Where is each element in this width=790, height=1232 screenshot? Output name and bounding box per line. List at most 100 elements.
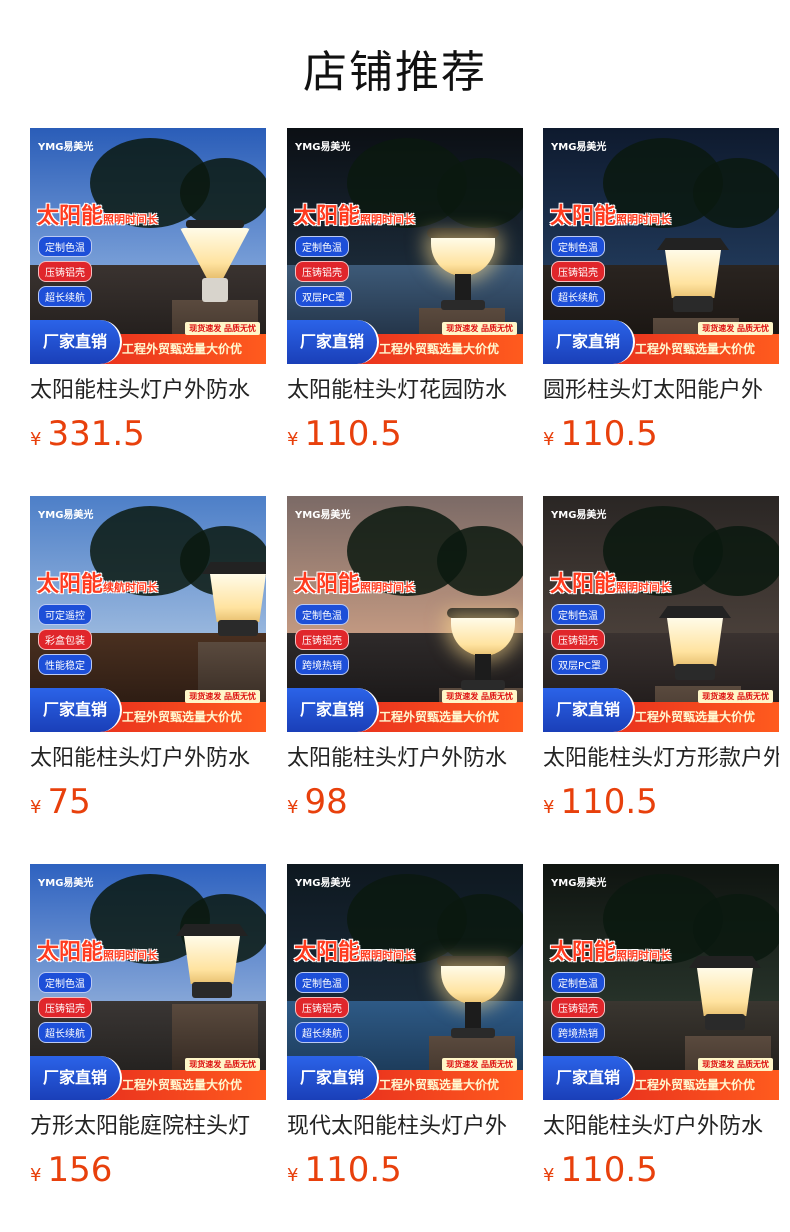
product-image[interactable]: YMG易美光 太阳能照明时间长 定制色温 压铸铝壳 超长续航 现货速发 品质无忧 工程外贸甄… <box>543 128 779 364</box>
factory-direct-badge: 厂家直销 <box>287 320 379 364</box>
tree-silhouette <box>180 158 266 228</box>
promo-headline-main: 太阳能 <box>294 204 361 229</box>
product-name[interactable]: 太阳能柱头灯户外防水 <box>30 744 266 774</box>
product-image[interactable]: YMG易美光 太阳能照明时间长 定制色温 压铸铝壳 超长续航 现货速发 品质无忧 工程外贸甄… <box>30 864 266 1100</box>
product-card[interactable]: YMG易美光 太阳能照明时间长 定制色温 压铸铝壳 超长续航 现货速发 品质无忧 工程外贸甄… <box>543 128 779 454</box>
product-price: ¥98 <box>287 782 523 822</box>
brand-logo: YMG易美光 <box>295 142 351 153</box>
banner-slogan: 工程外贸甄选量大价优 <box>122 342 243 356</box>
feature-badge: 跨境热销 <box>551 1022 605 1043</box>
lamp-cap <box>659 606 731 618</box>
factory-direct-badge: 厂家直销 <box>30 1056 122 1100</box>
product-image[interactable]: YMG易美光 太阳能照明时间长 定制色温 压铸铝壳 双层PC罩 现货速发 品质无忧 工程外贸… <box>543 496 779 732</box>
product-card[interactable]: YMG易美光 太阳能照明时间长 定制色温 压铸铝壳 超长续航 现货速发 品质无忧 工程外贸甄… <box>30 128 266 454</box>
product-card[interactable]: YMG易美光 太阳能照明时间长 定制色温 压铸铝壳 超长续航 现货速发 品质无忧 工程外贸甄… <box>287 864 523 1190</box>
price-value: 110.5 <box>560 782 658 822</box>
product-image[interactable]: YMG易美光 太阳能照明时间长 定制色温 压铸铝壳 跨境热销 现货速发 品质无忧 工程外贸甄… <box>287 496 523 732</box>
lamp-cap <box>447 608 519 618</box>
product-name[interactable]: 太阳能柱头灯户外防水 <box>543 1112 779 1142</box>
product-card[interactable]: YMG易美光 太阳能照明时间长 定制色温 压铸铝壳 双层PC罩 现货速发 品质无忧 工程外贸… <box>543 496 779 822</box>
feature-badge: 压铸铝壳 <box>295 629 349 650</box>
tree-silhouette <box>437 894 523 964</box>
feature-badge: 定制色温 <box>295 972 349 993</box>
feature-badge: 定制色温 <box>551 236 605 257</box>
product-name[interactable]: 太阳能柱头灯户外防水 <box>30 376 266 406</box>
promo-headline: 太阳能照明时间长 <box>550 934 671 966</box>
promo-banner: 现货速发 品质无忧 工程外贸甄选量大价优 厂家直销 <box>30 1054 266 1100</box>
lamp-cap <box>437 956 509 966</box>
promo-headline: 太阳能照明时间长 <box>550 566 671 598</box>
feature-badge: 压铸铝壳 <box>551 997 605 1018</box>
price-value: 331.5 <box>47 414 145 454</box>
product-price: ¥75 <box>30 782 266 822</box>
factory-direct-badge: 厂家直销 <box>287 688 379 732</box>
promo-headline-sub: 照明时间长 <box>360 213 416 226</box>
feature-badge: 定制色温 <box>295 236 349 257</box>
promo-headline-main: 太阳能 <box>37 204 104 229</box>
feature-badge: 性能稳定 <box>38 654 92 675</box>
promo-headline-sub: 照明时间长 <box>616 213 672 226</box>
page-title: 店铺推荐 <box>303 47 487 98</box>
stock-tag: 现货速发 品质无忧 <box>698 322 773 335</box>
product-image[interactable]: YMG易美光 太阳能照明时间长 定制色温 压铸铝壳 双层PC罩 现货速发 品质无忧 工程外贸… <box>287 128 523 364</box>
banner-slogan: 工程外贸甄选量大价优 <box>635 342 756 356</box>
lamp-base <box>202 278 228 302</box>
banner-slogan: 工程外贸甄选量大价优 <box>379 342 500 356</box>
product-image[interactable]: YMG易美光 太阳能续航时间长 可定遥控 彩盒包装 性能稳定 现货速发 品质无忧 工程外贸甄… <box>30 496 266 732</box>
promo-headline-main: 太阳能 <box>550 940 617 965</box>
product-card[interactable]: YMG易美光 太阳能照明时间长 定制色温 压铸铝壳 超长续航 现货速发 品质无忧 工程外贸甄… <box>30 864 266 1190</box>
lamp-cap <box>186 220 244 228</box>
feature-badge: 跨境热销 <box>295 654 349 675</box>
brand-logo: YMG易美光 <box>38 142 94 153</box>
currency-symbol: ¥ <box>30 797 42 818</box>
stock-tag: 现货速发 品质无忧 <box>442 322 517 335</box>
product-name[interactable]: 太阳能柱头灯方形款户外 <box>543 744 779 774</box>
product-name[interactable]: 太阳能柱头灯户外防水 <box>287 744 523 774</box>
feature-badge: 定制色温 <box>551 972 605 993</box>
price-value: 75 <box>47 782 91 822</box>
lamp-post <box>465 1002 481 1030</box>
product-image[interactable]: YMG易美光 太阳能照明时间长 定制色温 压铸铝壳 跨境热销 现货速发 品质无忧 工程外贸甄… <box>543 864 779 1100</box>
product-image[interactable]: YMG易美光 太阳能照明时间长 定制色温 压铸铝壳 超长续航 现货速发 品质无忧 工程外贸甄… <box>287 864 523 1100</box>
feature-badge: 定制色温 <box>38 972 92 993</box>
product-name[interactable]: 现代太阳能柱头灯户外 <box>287 1112 523 1142</box>
currency-symbol: ¥ <box>30 1165 42 1186</box>
product-card[interactable]: YMG易美光 太阳能照明时间长 定制色温 压铸铝壳 双层PC罩 现货速发 品质无忧 工程外贸… <box>287 128 523 454</box>
feature-badge: 超长续航 <box>38 286 92 307</box>
feature-badge: 定制色温 <box>38 236 92 257</box>
tree-silhouette <box>693 526 779 596</box>
factory-direct-badge: 厂家直销 <box>287 1056 379 1100</box>
tree-silhouette <box>437 526 523 596</box>
stock-tag: 现货速发 品质无忧 <box>185 322 260 335</box>
promo-headline-sub: 照明时间长 <box>103 213 159 226</box>
lamp-shade <box>667 618 723 666</box>
product-image[interactable]: YMG易美光 太阳能照明时间长 定制色温 压铸铝壳 超长续航 现货速发 品质无忧 工程外贸甄… <box>30 128 266 364</box>
feature-badge: 超长续航 <box>551 286 605 307</box>
product-name[interactable]: 方形太阳能庭院柱头灯 <box>30 1112 266 1142</box>
promo-headline: 太阳能照明时间长 <box>37 198 158 230</box>
promo-headline: 太阳能照明时间长 <box>294 934 415 966</box>
currency-symbol: ¥ <box>543 797 555 818</box>
product-name[interactable]: 太阳能柱头灯花园防水 <box>287 376 523 406</box>
promo-banner: 现货速发 品质无忧工程外贸甄选量大价优 厂家直销 <box>287 318 523 364</box>
product-card[interactable]: YMG易美光 太阳能照明时间长 定制色温 压铸铝壳 跨境热销 现货速发 品质无忧 工程外贸甄… <box>543 864 779 1190</box>
lamp-cap <box>689 956 761 968</box>
feature-badge: 双层PC罩 <box>551 654 609 675</box>
product-card[interactable]: YMG易美光 太阳能续航时间长 可定遥控 彩盒包装 性能稳定 现货速发 品质无忧 工程外贸甄… <box>30 496 266 822</box>
lamp-base <box>705 1014 745 1030</box>
price-value: 110.5 <box>560 414 658 454</box>
feature-badge: 超长续航 <box>38 1022 92 1043</box>
product-card[interactable]: YMG易美光 太阳能照明时间长 定制色温 压铸铝壳 跨境热销 现货速发 品质无忧 工程外贸甄… <box>287 496 523 822</box>
lamp-base <box>675 664 715 680</box>
factory-direct-badge: 厂家直销 <box>543 1056 635 1100</box>
banner-slogan: 工程外贸甄选量大价优 <box>635 1078 756 1092</box>
banner-slogan: 工程外贸甄选量大价优 <box>122 1078 243 1092</box>
brand-logo: YMG易美光 <box>38 878 94 889</box>
promo-headline-sub: 照明时间长 <box>616 949 672 962</box>
promo-headline-main: 太阳能 <box>37 572 104 597</box>
product-name[interactable]: 圆形柱头灯太阳能户外 <box>543 376 779 406</box>
currency-symbol: ¥ <box>287 797 299 818</box>
product-price: ¥156 <box>30 1150 266 1190</box>
promo-banner: 现货速发 品质无忧 工程外贸甄选量大价优 厂家直销 <box>287 686 523 732</box>
lamp-shade <box>210 574 266 622</box>
